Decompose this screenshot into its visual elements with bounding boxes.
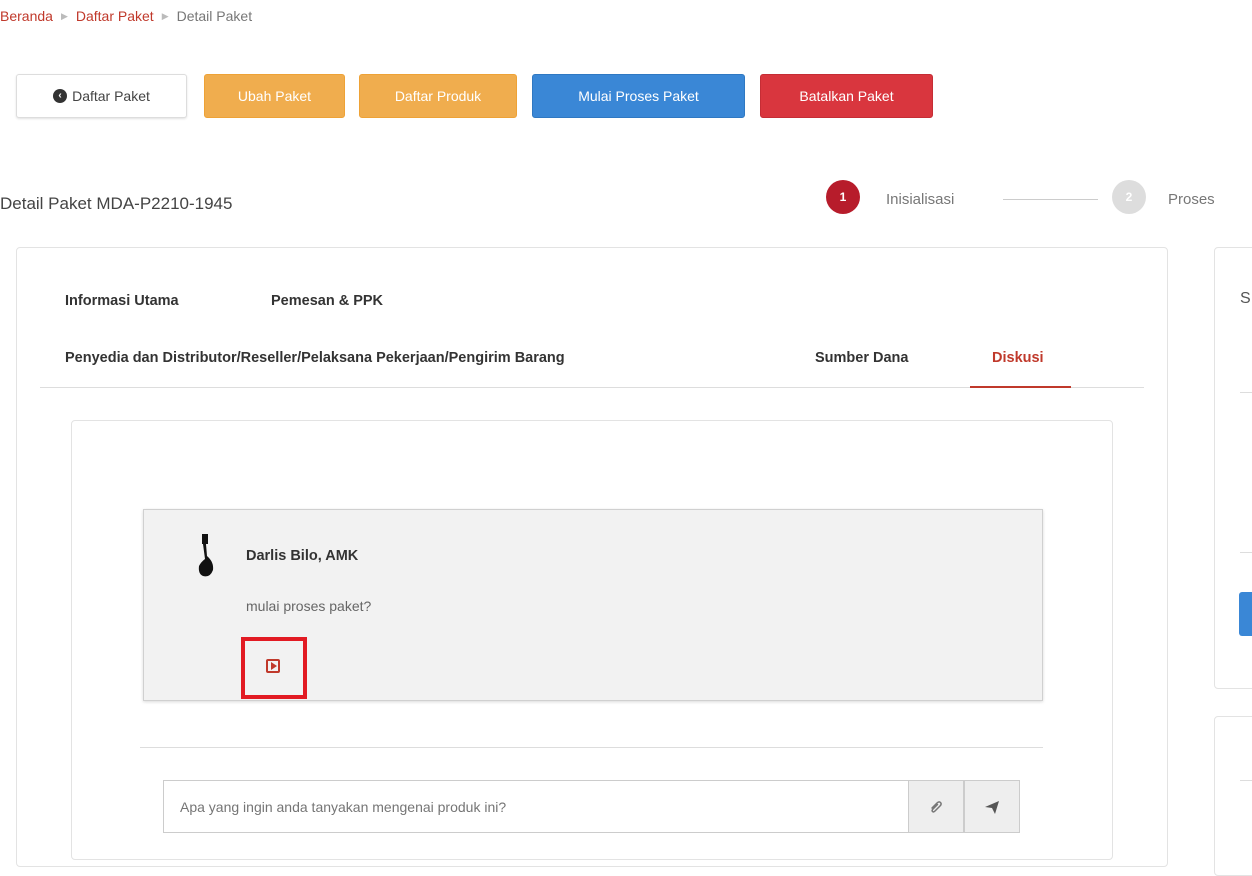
send-button[interactable] [964,780,1020,833]
product-list-button-label: Daftar Produk [394,88,482,104]
paperclip-icon [931,800,942,813]
cancel-package-button-label: Batalkan Paket [799,88,894,104]
back-to-list-button[interactable]: ‹ Daftar Paket [16,74,187,118]
start-process-button-label: Mulai Proses Paket [578,88,699,104]
step-2-indicator: 2 [1112,180,1146,214]
message-input-group [163,780,1020,833]
tab-informasi-utama[interactable]: Informasi Utama [65,293,179,309]
message-input[interactable] [163,780,908,833]
active-tab-indicator [970,386,1071,388]
page-title: Detail Paket MDA-P2210-1945 [0,194,233,213]
tab-diskusi[interactable]: Diskusi [992,350,1044,366]
chevron-right-icon: ▶ [60,10,68,21]
step-1-label: Inisialisasi [886,191,955,208]
step-1-indicator: 1 [826,180,860,214]
side-panel-heading: S [1240,290,1251,307]
tab-penyedia[interactable]: Penyedia dan Distributor/Reseller/Pelaks… [65,350,565,366]
side-panel-bottom [1214,716,1252,876]
breadcrumb: Beranda ▶ Daftar Paket ▶ Detail Paket [0,8,252,24]
step-2-label: Proses [1168,191,1215,208]
attach-button[interactable] [908,780,964,833]
breadcrumb-list-link[interactable]: Daftar Paket [76,8,154,24]
back-button-label: Daftar Paket [72,88,150,104]
cancel-package-button[interactable]: Batalkan Paket [760,74,933,118]
edit-package-button[interactable]: Ubah Paket [204,74,345,118]
tab-pemesan-ppk[interactable]: Pemesan & PPK [271,293,383,309]
edit-button-label: Ubah Paket [237,88,312,104]
send-icon [985,800,999,814]
avatar [198,534,214,577]
breadcrumb-home-link[interactable]: Beranda [0,8,53,24]
side-divider [1240,780,1252,781]
breadcrumb-current: Detail Paket [176,8,253,24]
chevron-right-icon: ▶ [161,10,169,21]
product-list-button[interactable]: Daftar Produk [359,74,517,118]
side-divider [1240,552,1252,553]
comment-divider [140,747,1043,748]
play-icon[interactable] [266,659,280,673]
comment-author: Darlis Bilo, AMK [246,548,359,564]
tab-sumber-dana[interactable]: Sumber Dana [815,350,908,366]
side-panel-button[interactable] [1239,592,1252,636]
start-process-button[interactable]: Mulai Proses Paket [532,74,745,118]
side-divider [1240,392,1252,393]
comment-message: mulai proses paket? [246,598,372,614]
arrow-left-circle-icon: ‹ [53,89,68,103]
step-connector [1003,199,1098,200]
